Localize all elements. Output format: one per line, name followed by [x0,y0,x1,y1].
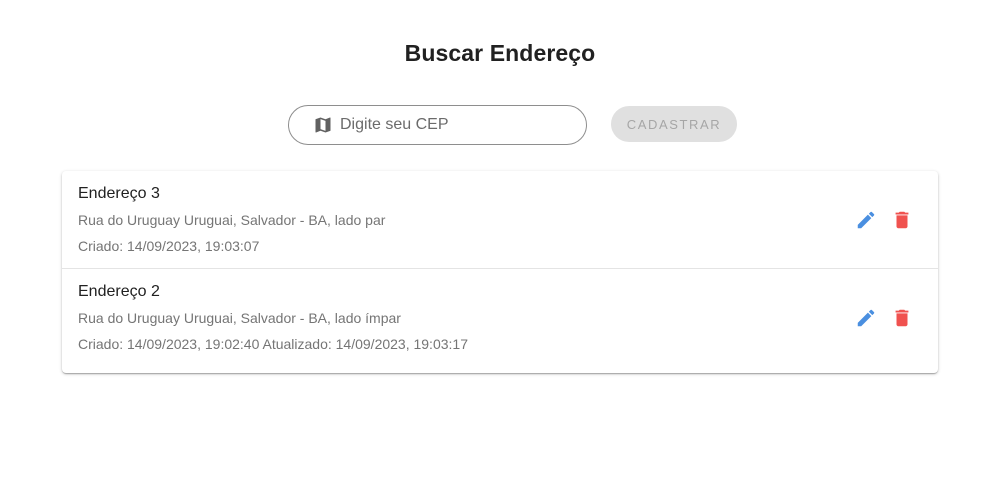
search-row: CADASTRAR [288,105,737,145]
delete-icon[interactable] [890,208,914,232]
address-list: Endereço 3 Rua do Uruguay Uruguai, Salva… [62,171,938,373]
item-actions [854,208,914,232]
register-button[interactable]: CADASTRAR [611,106,737,142]
page-title: Buscar Endereço [404,40,596,66]
delete-icon[interactable] [890,306,914,330]
list-item: Endereço 3 Rua do Uruguay Uruguai, Salva… [62,171,938,268]
cep-input[interactable] [340,116,550,134]
address-title: Endereço 3 [78,185,160,202]
address-description: Rua do Uruguay Uruguai, Salvador - BA, l… [78,212,386,228]
edit-icon[interactable] [854,208,878,232]
list-item: Endereço 2 Rua do Uruguay Uruguai, Salva… [62,268,938,373]
page: Buscar Endereço CADASTRAR Endereço 3 Rua… [0,0,1005,501]
map-icon [313,115,333,135]
address-description: Rua do Uruguay Uruguai, Salvador - BA, l… [78,310,401,326]
cep-search-field[interactable] [288,105,587,145]
address-title: Endereço 2 [78,283,160,300]
address-timestamps: Criado: 14/09/2023, 19:02:40 Atualizado:… [78,336,468,352]
edit-icon[interactable] [854,306,878,330]
address-timestamps: Criado: 14/09/2023, 19:03:07 [78,238,260,254]
item-actions [854,306,914,330]
